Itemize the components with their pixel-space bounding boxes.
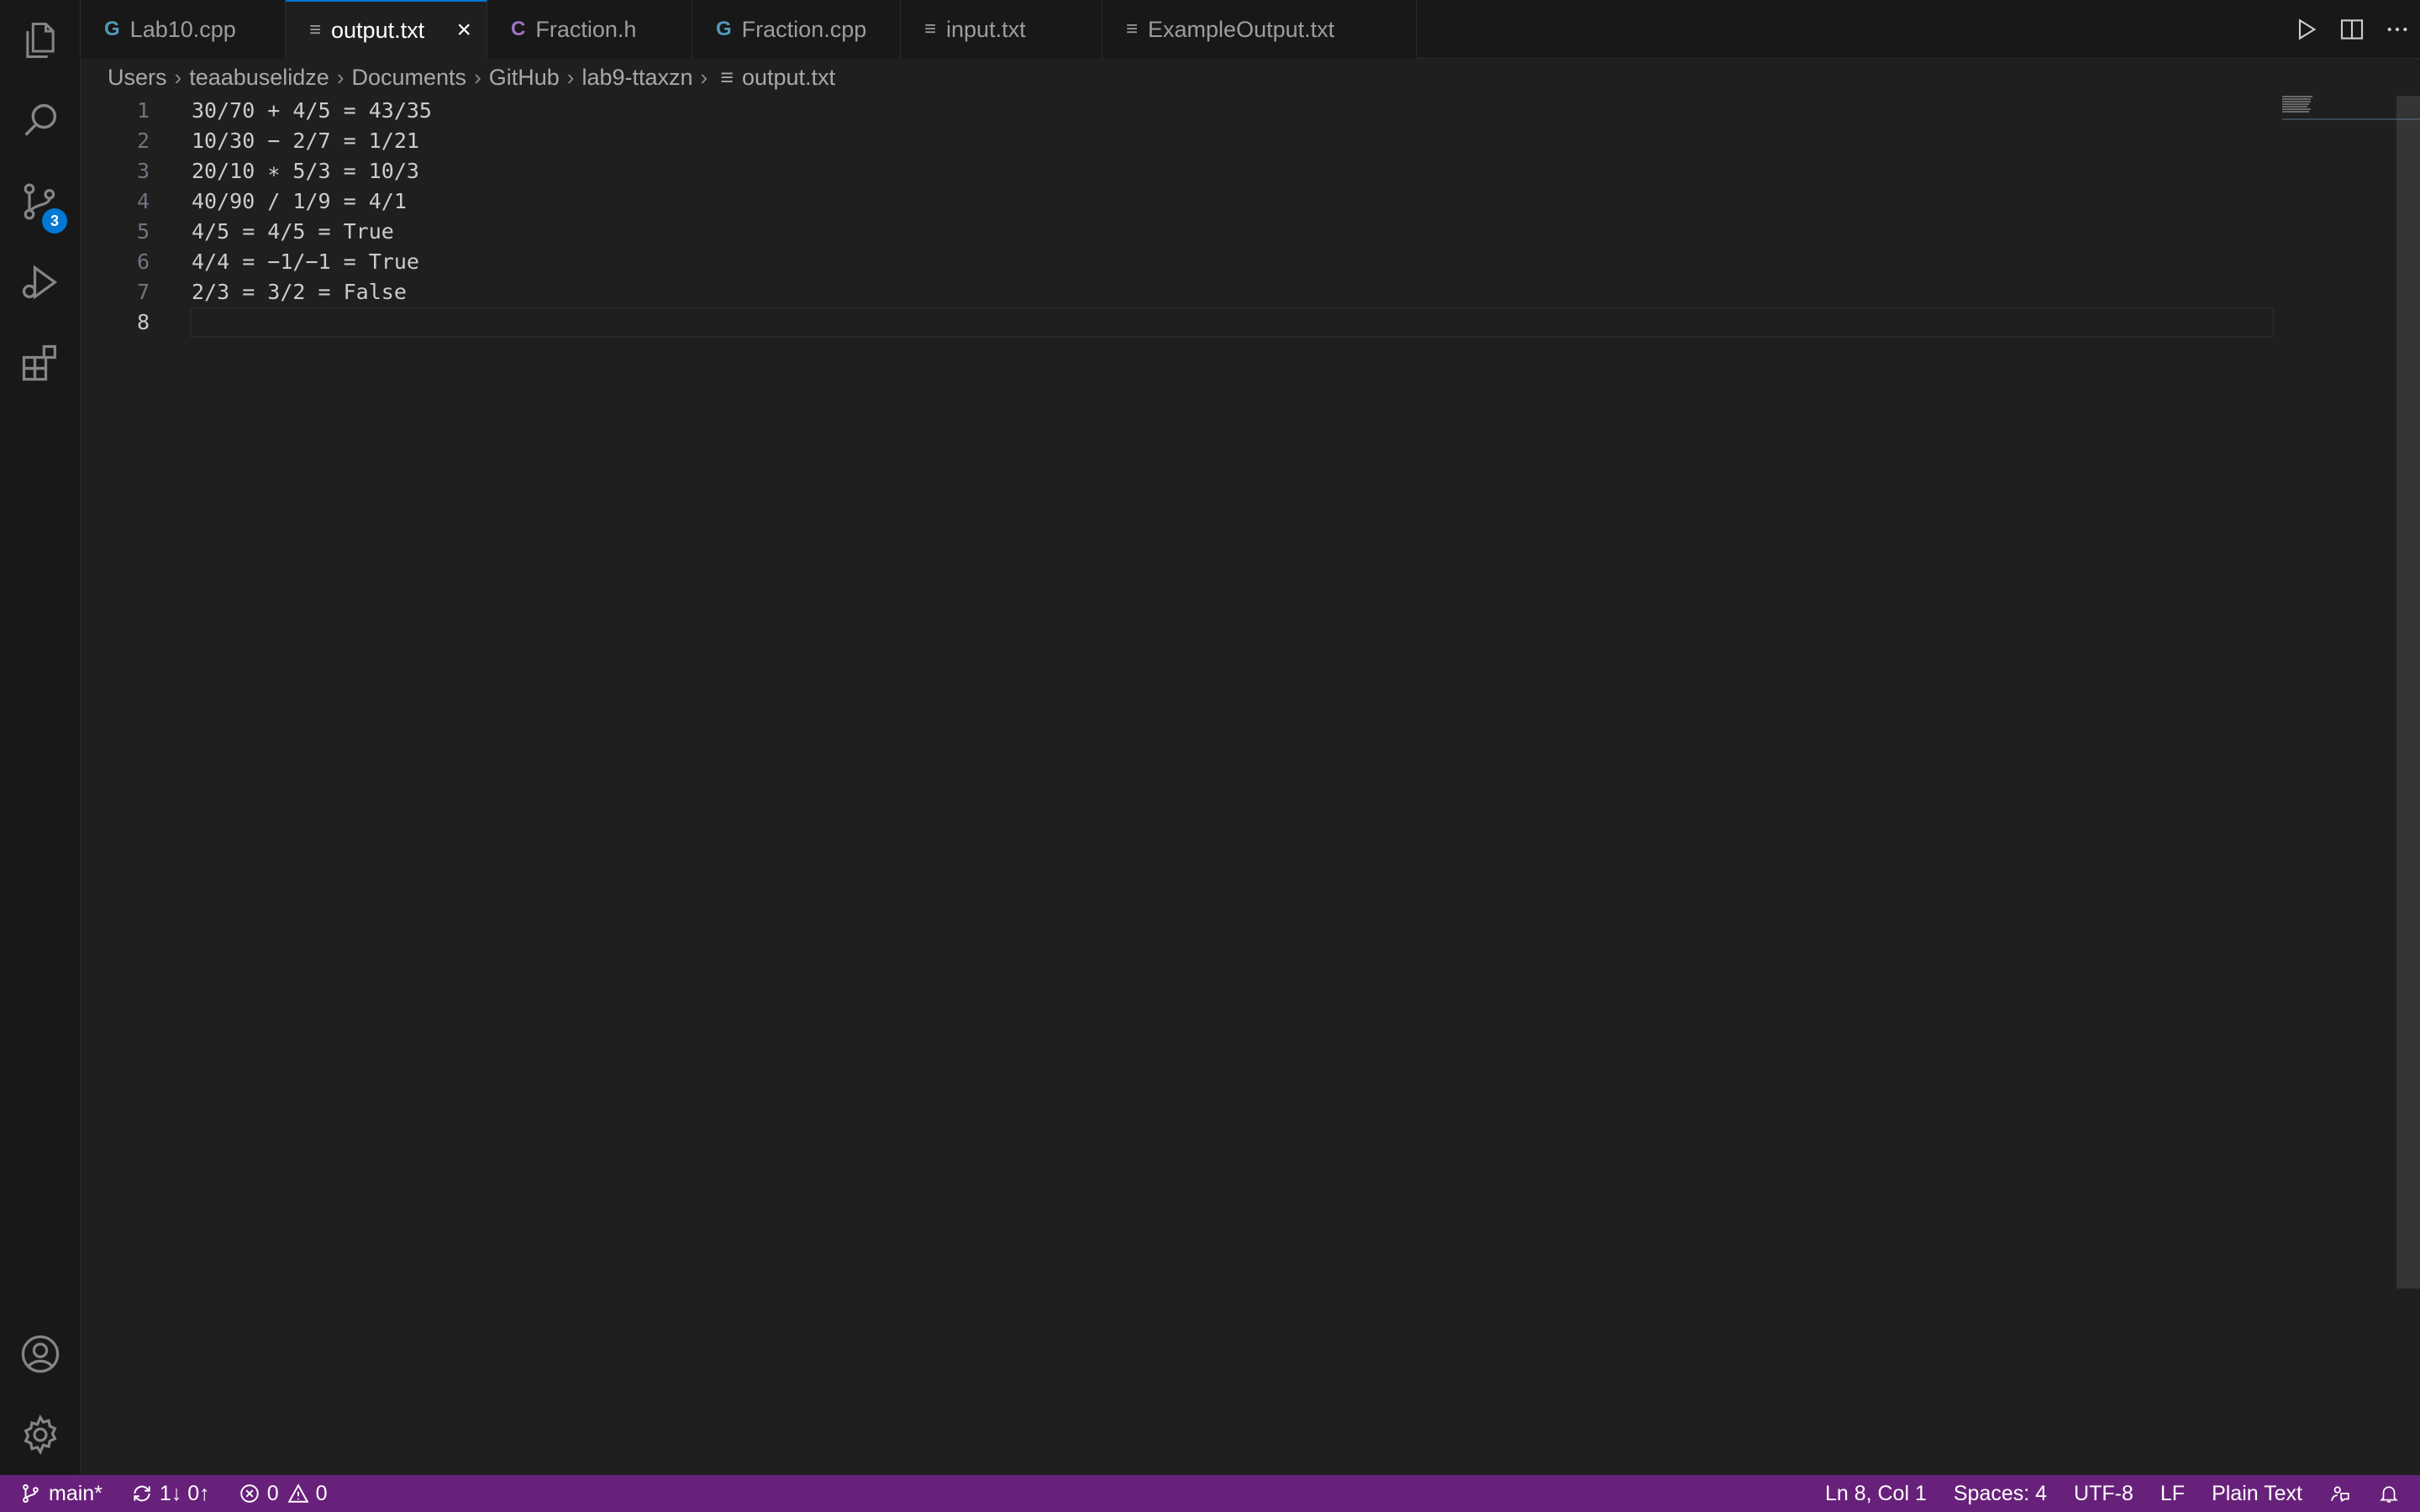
breadcrumb-item[interactable]: lab9-ttaxzn xyxy=(581,65,692,91)
tab-fraction-cpp[interactable]: G Fraction.cpp xyxy=(692,0,901,59)
explorer-icon[interactable] xyxy=(0,0,81,81)
editor-line: 5 4/5 = 4/5 = True xyxy=(81,217,2198,247)
problems-indicator[interactable]: 0 0 xyxy=(239,1482,328,1506)
line-number: 5 xyxy=(136,219,150,244)
tab-lab10-cpp[interactable]: G Lab10.cpp xyxy=(81,0,286,59)
split-editor-icon[interactable] xyxy=(2329,7,2375,52)
branch-indicator[interactable]: main* xyxy=(20,1482,103,1506)
current-line-highlight xyxy=(190,307,2274,338)
line-number: 1 xyxy=(136,98,150,123)
editor-tabs-bar: G Lab10.cpp ≡ output.txt × C Fraction.h … xyxy=(81,0,2420,59)
tab-label: Lab10.cpp xyxy=(129,16,236,42)
accounts-icon[interactable] xyxy=(0,1314,81,1394)
text-file-icon: ≡ xyxy=(1126,18,1139,40)
language-mode[interactable]: Plain Text xyxy=(2212,1482,2302,1506)
chevron-right-icon: › xyxy=(700,64,708,90)
breadcrumb-item[interactable]: GitHub xyxy=(489,65,560,91)
breadcrumb: Users › teaabuselidze › Documents › GitH… xyxy=(108,59,835,96)
encoding[interactable]: UTF-8 xyxy=(2074,1482,2133,1506)
text-file-icon: ≡ xyxy=(924,18,937,40)
sync-indicator[interactable]: 1↓ 0↑ xyxy=(131,1482,210,1506)
vertical-scrollbar[interactable] xyxy=(2396,96,2420,1289)
line-text: 2/3 = 3/2 = False xyxy=(192,280,407,304)
tab-output-txt[interactable]: ≡ output.txt × xyxy=(286,0,487,59)
line-number: 6 xyxy=(136,249,150,274)
sync-icon xyxy=(134,1485,150,1502)
text-editor[interactable]: 1 30/70 + 4/5 = 43/35 2 10/30 − 2/7 = 1/… xyxy=(81,96,2420,1475)
editor-actions xyxy=(2284,0,2420,59)
chevron-right-icon: › xyxy=(474,64,481,90)
source-control-badge: 3 xyxy=(42,208,67,234)
branch-name: main* xyxy=(49,1481,103,1505)
breadcrumb-item[interactable]: teaabuselidze xyxy=(189,65,329,91)
notifications-bell-icon[interactable] xyxy=(2378,1483,2400,1504)
line-number: 3 xyxy=(136,159,150,183)
chevron-right-icon: › xyxy=(566,64,575,90)
line-text: 20/10 ∗ 5/3 = 10/3 xyxy=(192,159,419,183)
editor-line: 7 2/3 = 3/2 = False xyxy=(81,277,2198,307)
tab-fraction-h[interactable]: C Fraction.h xyxy=(487,0,692,59)
error-count: 0 xyxy=(266,1481,279,1505)
tab-label: Fraction.h xyxy=(535,16,637,42)
breadcrumb-item[interactable]: Documents xyxy=(352,65,467,91)
warning-count: 0 xyxy=(315,1481,328,1505)
tab-label: output.txt xyxy=(331,17,425,43)
extensions-icon[interactable] xyxy=(0,323,81,403)
source-control-icon[interactable]: 3 xyxy=(0,161,81,242)
text-file-icon: ≡ xyxy=(720,64,734,90)
cpp-file-icon: G xyxy=(716,18,732,40)
git-branch-icon xyxy=(23,1484,39,1503)
editor-line-current: 8 xyxy=(81,307,2274,338)
tab-input-txt[interactable]: ≡ input.txt xyxy=(901,0,1102,59)
error-icon xyxy=(239,1484,259,1503)
breadcrumb-item[interactable]: Users xyxy=(108,65,167,91)
line-number: 7 xyxy=(136,280,150,304)
chevron-right-icon: › xyxy=(336,64,345,90)
run-icon[interactable] xyxy=(2284,7,2329,52)
feedback-icon[interactable] xyxy=(2329,1483,2351,1504)
warning-icon xyxy=(287,1483,309,1503)
tab-label: input.txt xyxy=(946,16,1026,42)
indentation[interactable]: Spaces: 4 xyxy=(1954,1482,2047,1506)
search-icon[interactable] xyxy=(0,81,81,161)
manage-gear-icon[interactable] xyxy=(0,1394,81,1475)
end-of-line[interactable]: LF xyxy=(2160,1482,2185,1506)
editor-line: 4 40/90 / 1/9 = 4/1 xyxy=(81,186,2198,217)
line-number: 2 xyxy=(136,129,150,153)
more-actions-icon[interactable] xyxy=(2375,7,2420,52)
editor-line: 2 10/30 − 2/7 = 1/21 xyxy=(81,126,2198,156)
sync-status: 1↓ 0↑ xyxy=(159,1481,210,1505)
text-file-icon: ≡ xyxy=(309,18,322,41)
activity-bar: 3 xyxy=(0,0,81,1475)
tab-exampleoutput-txt[interactable]: ≡ ExampleOutput.txt xyxy=(1102,0,1417,59)
breadcrumb-item[interactable]: output.txt xyxy=(742,65,835,91)
line-text: 4/4 = −1/−1 = True xyxy=(192,249,419,274)
status-bar: main* 1↓ 0↑ 0 0 Ln 8, Col 1 Spaces: 4 UT… xyxy=(0,1475,2420,1512)
line-text: 30/70 + 4/5 = 43/35 xyxy=(192,98,432,123)
cpp-file-icon: G xyxy=(104,18,120,40)
chevron-right-icon: › xyxy=(174,64,182,90)
close-icon[interactable]: × xyxy=(456,16,471,45)
editor-line: 3 20/10 ∗ 5/3 = 10/3 xyxy=(81,156,2198,186)
line-text: 40/90 / 1/9 = 4/1 xyxy=(192,189,407,213)
line-number: 4 xyxy=(136,189,150,213)
run-debug-icon[interactable] xyxy=(0,242,81,323)
cursor-position[interactable]: Ln 8, Col 1 xyxy=(1825,1482,1927,1506)
editor-line: 1 30/70 + 4/5 = 43/35 xyxy=(81,96,2198,126)
editor-line: 6 4/4 = −1/−1 = True xyxy=(81,247,2198,277)
line-number: 8 xyxy=(136,310,150,334)
line-text: 10/30 − 2/7 = 1/21 xyxy=(192,129,419,153)
line-text: 4/5 = 4/5 = True xyxy=(192,219,394,244)
c-header-file-icon: C xyxy=(511,18,526,40)
tab-label: Fraction.cpp xyxy=(741,16,867,42)
tab-label: ExampleOutput.txt xyxy=(1148,16,1335,42)
